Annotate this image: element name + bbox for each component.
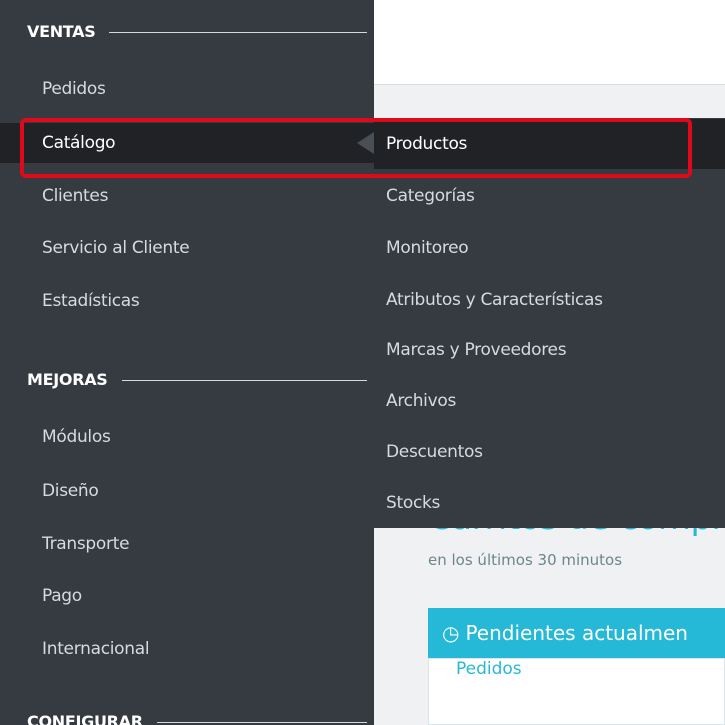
- panel-heading-label: Pendientes actualmen: [465, 621, 688, 645]
- sidebar-item-modulos[interactable]: Módulos: [0, 417, 374, 457]
- submenu-item-monitoreo[interactable]: Monitoreo: [374, 223, 725, 273]
- section-title: CONFIGURAR: [27, 711, 143, 725]
- sidebar-item-pago[interactable]: Pago: [0, 576, 374, 616]
- panel-link-pedidos[interactable]: Pedidos: [456, 659, 522, 679]
- sidebar-item-pedidos[interactable]: Pedidos: [0, 69, 374, 109]
- clock-icon: ◷: [442, 621, 460, 645]
- section-header-mejoras: MEJORAS: [27, 368, 367, 390]
- sidebar-item-catalogo[interactable]: Catálogo: [0, 123, 374, 163]
- section-title: MEJORAS: [27, 369, 108, 389]
- sidebar-item-diseno[interactable]: Diseño: [0, 471, 374, 511]
- section-header-ventas: VENTAS: [27, 20, 367, 42]
- catalog-submenu: Productos Categorías Monitoreo Atributos…: [374, 118, 725, 528]
- sidebar-item-servicio-al-cliente[interactable]: Servicio al Cliente: [0, 228, 374, 268]
- sidebar-item-estadisticas[interactable]: Estadísticas: [0, 281, 374, 321]
- submenu-item-descuentos[interactable]: Descuentos: [374, 427, 725, 477]
- panel-heading: ◷ Pendientes actualmen: [428, 608, 725, 658]
- submenu-item-categorias[interactable]: Categorías: [374, 171, 725, 221]
- sidebar-item-clientes[interactable]: Clientes: [0, 176, 374, 216]
- sidebar-item-internacional[interactable]: Internacional: [0, 629, 374, 669]
- submenu-item-archivos[interactable]: Archivos: [374, 376, 725, 426]
- sidebar-item-transporte[interactable]: Transporte: [0, 524, 374, 564]
- section-title: VENTAS: [27, 21, 96, 41]
- divider: [109, 31, 367, 33]
- sidebar: VENTAS Pedidos Catálogo Clientes Servici…: [0, 0, 374, 725]
- submenu-item-marcas[interactable]: Marcas y Proveedores: [374, 325, 725, 375]
- page-subtitle: en los últimos 30 minutos: [428, 551, 623, 569]
- submenu-item-productos[interactable]: Productos: [374, 119, 725, 169]
- divider: [121, 379, 367, 381]
- submenu-item-atributos[interactable]: Atributos y Características: [374, 275, 725, 325]
- active-indicator-arrow: [357, 132, 374, 154]
- section-header-configurar: CONFIGURAR: [27, 710, 367, 725]
- submenu-item-stocks[interactable]: Stocks: [374, 478, 725, 528]
- divider: [156, 721, 367, 723]
